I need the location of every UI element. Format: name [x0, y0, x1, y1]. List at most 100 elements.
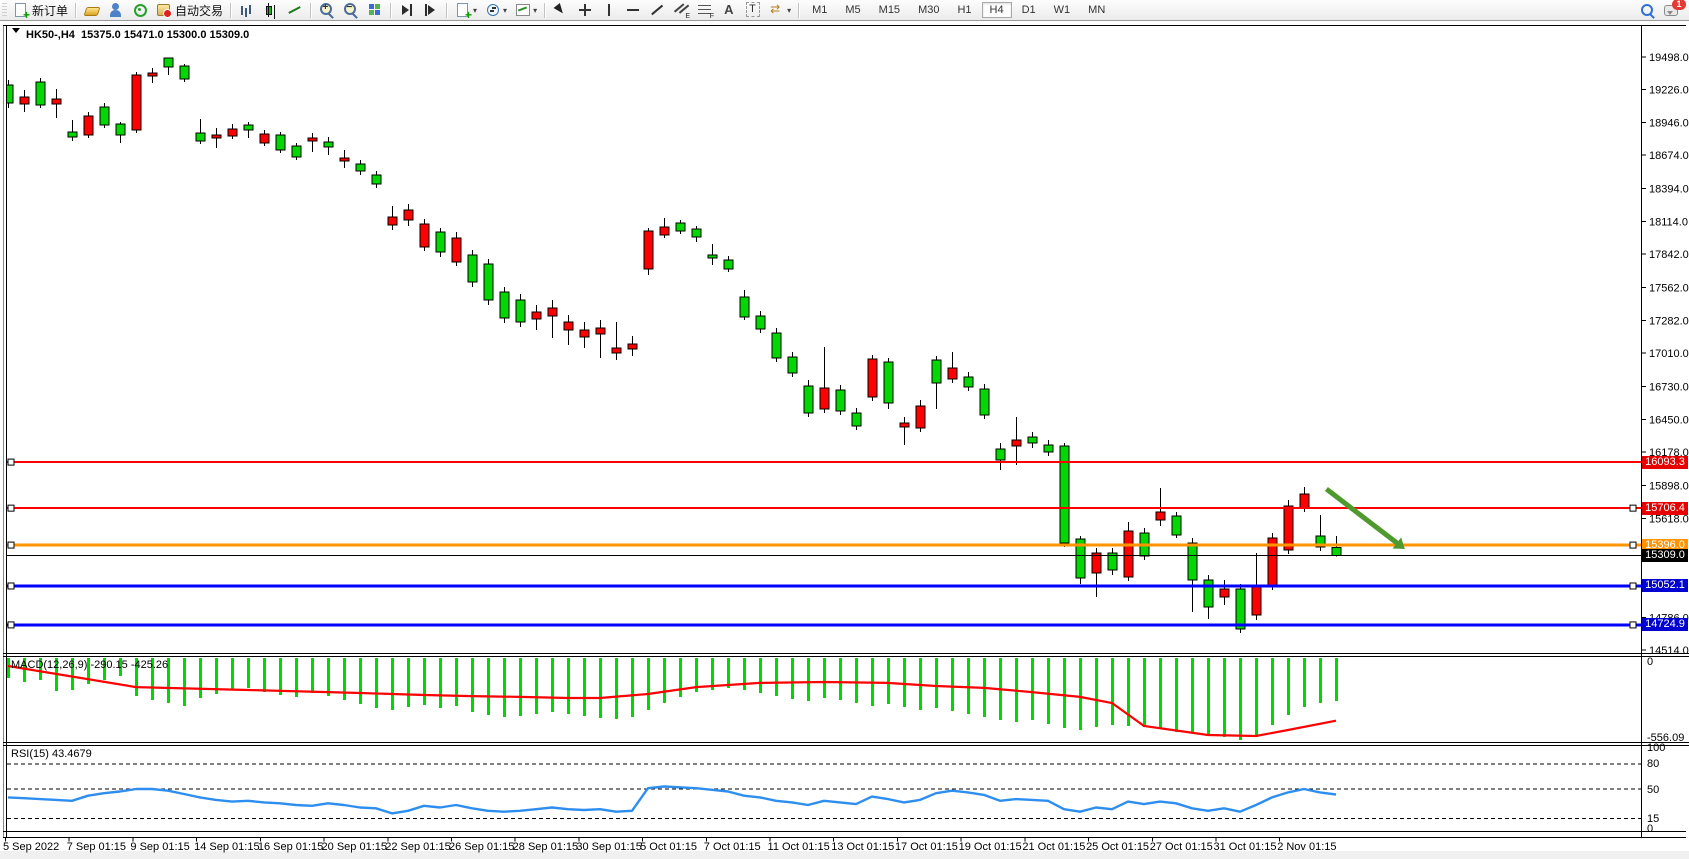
line-handle[interactable] — [1629, 504, 1637, 512]
time-tick-label: 25 Oct 01:15 — [1086, 841, 1149, 853]
macd-bar — [375, 658, 378, 709]
rsi-tick-label: 50 — [1647, 784, 1659, 796]
line-handle[interactable] — [7, 458, 15, 466]
line-handle[interactable] — [1629, 541, 1637, 549]
shapes-icon — [769, 2, 785, 18]
time-tick-label: 20 Sep 01:15 — [322, 841, 387, 853]
text-button[interactable] — [717, 0, 741, 20]
candlestick — [675, 222, 686, 232]
zoom-out-button[interactable]: − — [339, 0, 363, 20]
tile-windows-button[interactable] — [363, 0, 387, 20]
macd-tick-label: -556.09 — [1647, 732, 1684, 744]
signal-button[interactable] — [128, 0, 152, 20]
candlestick — [947, 367, 958, 380]
timeframe-m30[interactable]: M30 — [910, 2, 947, 18]
candlestick — [691, 228, 702, 238]
line-handle[interactable] — [1629, 621, 1637, 629]
fibonacci-button[interactable] — [693, 0, 717, 20]
expert-advisor-button[interactable] — [104, 0, 128, 20]
chevron-down-icon[interactable]: ▾ — [787, 6, 791, 15]
auto-scroll-button[interactable] — [395, 0, 419, 20]
text-label-button[interactable] — [741, 0, 765, 20]
timeframe-w1[interactable]: W1 — [1046, 2, 1079, 18]
candlestick — [963, 376, 974, 388]
time-tick-label: 9 Sep 01:15 — [130, 841, 189, 853]
line-handle[interactable] — [7, 621, 15, 629]
price-badge: 16093.3 — [1642, 455, 1688, 469]
line-handle[interactable] — [7, 541, 15, 549]
timeframe-d1[interactable]: D1 — [1014, 2, 1044, 18]
macd-bar — [1111, 658, 1114, 725]
chevron-down-icon[interactable]: ▾ — [473, 6, 477, 15]
horizontal-line-button[interactable] — [621, 0, 645, 20]
macd-bar — [1255, 658, 1258, 738]
toolbar-separator — [798, 2, 800, 18]
time-tick-label: 30 Sep 01:15 — [576, 841, 641, 853]
line-handle[interactable] — [7, 504, 15, 512]
shapes-button[interactable]: ▾ — [765, 0, 795, 20]
line-handle[interactable] — [7, 582, 15, 590]
candlestick — [595, 327, 606, 335]
tile-windows-icon — [367, 2, 383, 18]
toolbar-separator — [390, 2, 392, 18]
chat-button[interactable]: 1 — [1659, 0, 1686, 20]
candlestick — [787, 356, 798, 374]
template-button[interactable]: ▾ — [511, 0, 541, 20]
autotrade-button[interactable]: 自动交易 — [152, 0, 227, 21]
bar-chart-button[interactable] — [235, 0, 259, 20]
macd-bar — [423, 658, 426, 706]
timeframe-m15[interactable]: M15 — [871, 2, 908, 18]
timeframe-m1[interactable]: M1 — [804, 2, 835, 18]
new-chart-button[interactable]: ▾ — [451, 0, 481, 21]
line-chart-button[interactable] — [283, 0, 307, 20]
candlestick — [707, 254, 718, 259]
price-badge: 15706.4 — [1642, 501, 1688, 515]
trendline-button[interactable] — [645, 0, 669, 20]
highlighter-button[interactable] — [80, 0, 104, 20]
chart-canvas[interactable]: 19498.0 19226.0 18946.0 18674.0 18394.0 18114… — [0, 0, 1689, 859]
price-tick-label: 15618.0 — [1649, 514, 1689, 526]
search-button[interactable] — [1635, 0, 1659, 20]
candlestick — [499, 291, 510, 319]
collapse-icon[interactable] — [12, 28, 20, 37]
candlestick — [883, 361, 894, 404]
time-tick-label: 11 Oct 01:15 — [768, 841, 830, 853]
timeframe-h1[interactable]: H1 — [949, 2, 979, 18]
candlestick — [627, 343, 638, 350]
macd-bar — [663, 658, 666, 703]
horizontal-line-icon — [625, 2, 641, 18]
chart-shift-button[interactable] — [419, 0, 443, 20]
period-button[interactable]: ▾ — [481, 0, 511, 20]
candlestick-chart-button[interactable] — [259, 0, 283, 20]
price-tick-label: 16730.0 — [1649, 381, 1689, 393]
vertical-line-button[interactable] — [597, 0, 621, 20]
cursor-button[interactable] — [549, 0, 573, 20]
channel-button[interactable] — [669, 0, 693, 20]
candlestick — [579, 329, 590, 338]
crosshair-button[interactable] — [573, 0, 597, 20]
candlestick — [979, 388, 990, 416]
chevron-down-icon[interactable]: ▾ — [533, 6, 537, 15]
timeframe-mn[interactable]: MN — [1080, 2, 1113, 18]
candlestick — [371, 174, 382, 185]
candlestick — [1187, 542, 1198, 581]
new-order-button[interactable]: 新订单 — [9, 0, 72, 21]
chevron-down-icon[interactable]: ▾ — [503, 6, 507, 15]
time-tick-label: 2 Nov 01:15 — [1277, 841, 1336, 853]
timeframe-h4[interactable]: H4 — [981, 2, 1012, 18]
line-handle[interactable] — [1629, 582, 1637, 590]
candlestick — [19, 96, 30, 105]
macd-bar — [615, 658, 618, 720]
candlestick — [915, 405, 926, 429]
candlestick — [1299, 493, 1310, 509]
zoom-in-button[interactable]: + — [315, 0, 339, 20]
macd-bar — [887, 658, 890, 705]
macd-indicator-label: MACD(12,26,9) -290.15 -425.26 — [11, 659, 168, 671]
candlestick — [771, 332, 782, 359]
timeframe-m5[interactable]: M5 — [837, 2, 868, 18]
candlestick — [995, 448, 1006, 461]
macd-bar — [1031, 658, 1034, 720]
time-tick-label: 7 Sep 01:15 — [67, 841, 126, 853]
candlestick — [547, 307, 558, 317]
toolbar-right: 1 — [1635, 0, 1686, 20]
